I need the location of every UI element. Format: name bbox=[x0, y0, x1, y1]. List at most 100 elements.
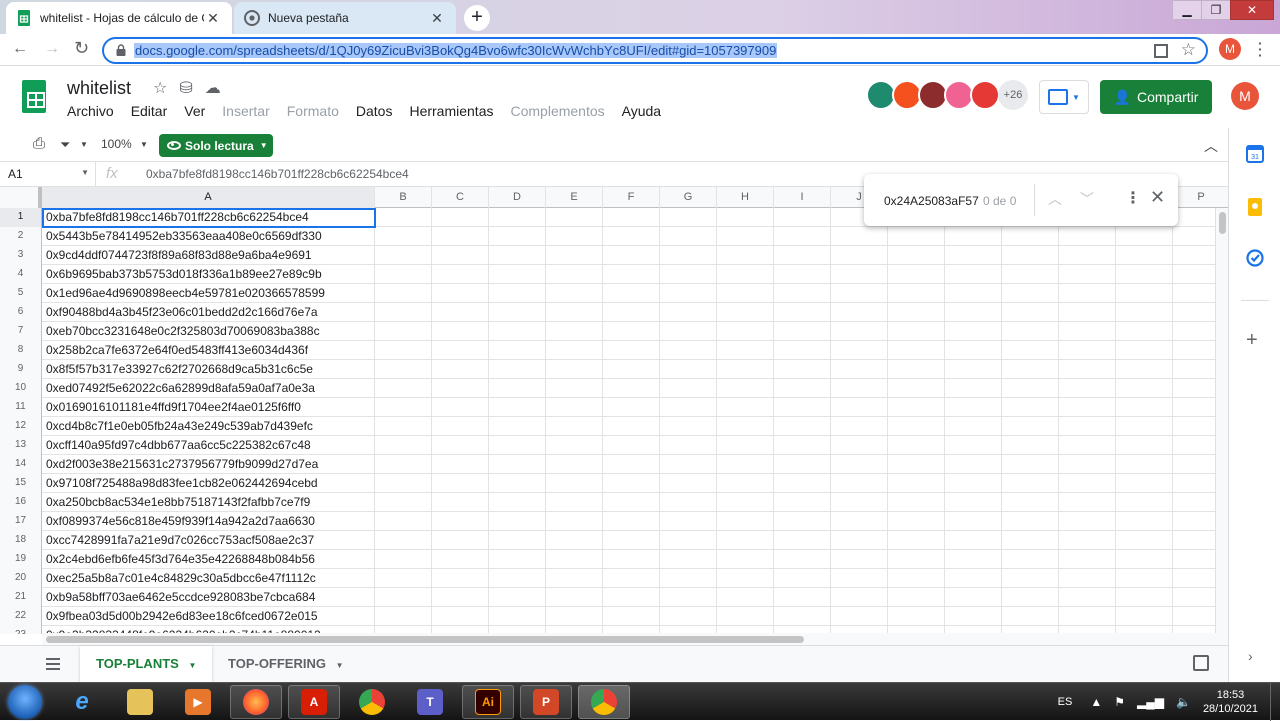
scrollbar-thumb[interactable] bbox=[1219, 212, 1226, 234]
grid-cell[interactable] bbox=[659, 322, 660, 341]
grid-cell[interactable] bbox=[602, 246, 603, 265]
select-all-corner[interactable] bbox=[0, 187, 42, 208]
forward-arrow-icon[interactable]: → bbox=[44, 40, 60, 58]
grid-cell[interactable] bbox=[602, 455, 603, 474]
grid-cell[interactable] bbox=[602, 208, 603, 227]
grid-cell[interactable] bbox=[944, 417, 945, 436]
bookmark-star-icon[interactable]: ☆ bbox=[1181, 40, 1196, 60]
grid-cell[interactable] bbox=[773, 398, 774, 417]
grid-cell[interactable] bbox=[1058, 550, 1059, 569]
grid-cell[interactable] bbox=[830, 607, 831, 626]
grid-cell[interactable] bbox=[1058, 227, 1059, 246]
grid-cell[interactable] bbox=[944, 550, 945, 569]
grid-cell[interactable] bbox=[830, 531, 831, 550]
browser-menu-icon[interactable]: · · · bbox=[1258, 36, 1263, 62]
grid-cell[interactable] bbox=[431, 588, 432, 607]
grid-cell[interactable] bbox=[944, 607, 945, 626]
grid-cell[interactable] bbox=[716, 208, 717, 227]
grid-cell[interactable] bbox=[944, 436, 945, 455]
grid-cell[interactable] bbox=[1001, 246, 1002, 265]
grid-cell[interactable] bbox=[602, 341, 603, 360]
row-header[interactable]: 11 bbox=[0, 398, 42, 417]
grid-cell[interactable] bbox=[1001, 607, 1002, 626]
grid-cell[interactable] bbox=[659, 569, 660, 588]
grid-cell[interactable] bbox=[773, 436, 774, 455]
cell-a[interactable]: 0x8f5f57b317e33927c62f2702668d9ca5b31c6c… bbox=[42, 360, 375, 379]
illustrator-icon[interactable]: Ai bbox=[462, 685, 514, 719]
grid-cell[interactable] bbox=[431, 398, 432, 417]
grid-cell[interactable] bbox=[659, 227, 660, 246]
row-header[interactable]: 19 bbox=[0, 550, 42, 569]
menu-archivo[interactable]: Archivo bbox=[67, 103, 114, 119]
grid-cell[interactable] bbox=[545, 303, 546, 322]
grid-cell[interactable] bbox=[1058, 436, 1059, 455]
close-tab-icon[interactable]: ✕ bbox=[204, 10, 222, 27]
grid-cell[interactable] bbox=[887, 303, 888, 322]
grid-cell[interactable] bbox=[431, 493, 432, 512]
show-hidden-icons-icon[interactable]: ▲ bbox=[1090, 695, 1102, 709]
new-tab-button[interactable]: + bbox=[464, 5, 490, 31]
grid-cell[interactable] bbox=[545, 512, 546, 531]
acrobat-icon[interactable]: A bbox=[288, 685, 340, 719]
grid-cell[interactable] bbox=[545, 588, 546, 607]
cell-a[interactable]: 0x0169016101181e4ffd9f1704ee2f4ae0125f6f… bbox=[42, 398, 375, 417]
grid-cell[interactable] bbox=[716, 360, 717, 379]
grid-cell[interactable] bbox=[659, 360, 660, 379]
window-close-icon[interactable]: ✕ bbox=[1230, 0, 1274, 20]
grid-cell[interactable] bbox=[716, 569, 717, 588]
volume-icon[interactable]: 🔈 bbox=[1176, 695, 1191, 709]
grid-cell[interactable] bbox=[602, 227, 603, 246]
grid-cell[interactable] bbox=[773, 246, 774, 265]
grid-cell[interactable] bbox=[830, 322, 831, 341]
grid-cell[interactable] bbox=[602, 303, 603, 322]
column-header-e[interactable]: E bbox=[546, 187, 603, 208]
grid-cell[interactable] bbox=[602, 436, 603, 455]
row-header[interactable]: 2 bbox=[0, 227, 42, 246]
share-button[interactable]: 👤 Compartir bbox=[1100, 80, 1212, 114]
column-header-f[interactable]: F bbox=[603, 187, 660, 208]
grid-cell[interactable] bbox=[602, 398, 603, 417]
grid-cell[interactable] bbox=[716, 417, 717, 436]
grid-cell[interactable] bbox=[602, 607, 603, 626]
reload-icon[interactable]: ↻ bbox=[74, 38, 89, 59]
cell-a[interactable]: 0xcff140a95fd97c4dbb677aa6cc5c225382c67c… bbox=[42, 436, 375, 455]
close-icon[interactable]: ✕ bbox=[1150, 187, 1165, 208]
grid-cell[interactable] bbox=[944, 341, 945, 360]
grid-cell[interactable] bbox=[659, 341, 660, 360]
grid-cell[interactable] bbox=[488, 227, 489, 246]
grid-cell[interactable] bbox=[1058, 322, 1059, 341]
star-icon[interactable]: ☆ bbox=[153, 78, 167, 98]
grid-cell[interactable] bbox=[773, 588, 774, 607]
row-header[interactable]: 15 bbox=[0, 474, 42, 493]
grid-cell[interactable] bbox=[1115, 550, 1116, 569]
grid-cell[interactable] bbox=[944, 246, 945, 265]
sheets-logo-icon[interactable] bbox=[22, 80, 46, 113]
grid-cell[interactable] bbox=[830, 512, 831, 531]
grid-cell[interactable] bbox=[1115, 360, 1116, 379]
grid-cell[interactable] bbox=[1001, 303, 1002, 322]
grid-cell[interactable] bbox=[1058, 341, 1059, 360]
grid-cell[interactable] bbox=[944, 474, 945, 493]
grid-cell[interactable] bbox=[830, 398, 831, 417]
grid-cell[interactable] bbox=[773, 550, 774, 569]
grid-cell[interactable] bbox=[1001, 379, 1002, 398]
grid-cell[interactable] bbox=[1058, 531, 1059, 550]
more-options-icon[interactable]: ⋮ bbox=[1125, 188, 1141, 208]
row-header[interactable]: 23 bbox=[0, 626, 42, 634]
grid-cell[interactable] bbox=[1058, 265, 1059, 284]
all-sheets-icon[interactable] bbox=[46, 658, 60, 670]
grid-cell[interactable] bbox=[545, 531, 546, 550]
grid-cell[interactable] bbox=[1001, 360, 1002, 379]
grid-cell[interactable] bbox=[1172, 322, 1173, 341]
scrollbar-thumb[interactable] bbox=[46, 636, 804, 643]
grid-cell[interactable] bbox=[1115, 436, 1116, 455]
grid-cell[interactable] bbox=[1058, 246, 1059, 265]
grid-cell[interactable] bbox=[1172, 550, 1173, 569]
firefox-icon[interactable] bbox=[230, 685, 282, 719]
clock[interactable]: 18:53 28/10/2021 bbox=[1203, 688, 1258, 716]
grid-cell[interactable] bbox=[659, 455, 660, 474]
grid-cell[interactable] bbox=[773, 607, 774, 626]
grid-cell[interactable] bbox=[1058, 417, 1059, 436]
grid-cell[interactable] bbox=[1115, 227, 1116, 246]
grid-cell[interactable] bbox=[1001, 474, 1002, 493]
